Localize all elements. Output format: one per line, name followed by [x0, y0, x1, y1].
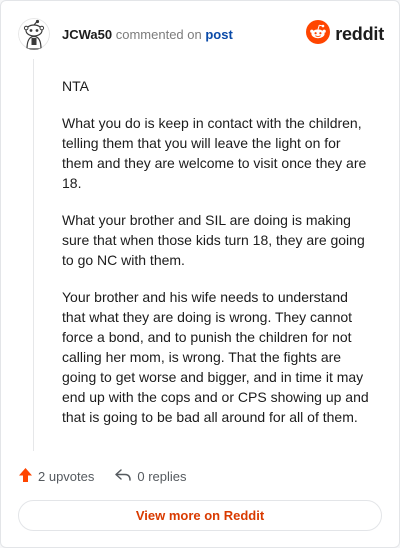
- reddit-logo-icon: [306, 19, 331, 49]
- comment-paragraph: What you do is keep in contact with the …: [62, 115, 367, 191]
- reddit-wordmark: reddit: [335, 23, 384, 44]
- snoo-avatar-icon[interactable]: [18, 18, 50, 50]
- upvote-button[interactable]: 2 upvotes: [18, 467, 94, 486]
- reply-button[interactable]: 0 replies: [114, 468, 187, 485]
- comment-paragraph: What your brother and SIL are doing is m…: [62, 212, 365, 268]
- username-link[interactable]: JCWa50: [62, 27, 112, 42]
- commented-on-text: commented on: [115, 27, 202, 42]
- comment-body: NTA What you do is keep in contact with …: [62, 76, 374, 444]
- upvote-arrow-icon: [18, 467, 33, 486]
- reply-count: 0 replies: [137, 468, 187, 484]
- comment-actions: 2 upvotes 0 replies: [18, 467, 187, 485]
- view-more-button[interactable]: View more on Reddit: [18, 500, 382, 531]
- reply-arrow-icon: [114, 468, 132, 485]
- thread-line: [33, 59, 34, 451]
- reddit-brand[interactable]: reddit: [306, 19, 384, 49]
- post-link[interactable]: post: [205, 27, 232, 42]
- comment-paragraph: Your brother and his wife needs to under…: [62, 289, 369, 425]
- comment-embed-card: JCWa50 commented on post reddit NTA What…: [0, 0, 400, 548]
- comment-paragraph: NTA: [62, 78, 89, 94]
- comment-meta: JCWa50 commented on post: [62, 27, 233, 43]
- comment-header: JCWa50 commented on post reddit: [18, 18, 384, 50]
- upvote-count: 2 upvotes: [38, 468, 95, 484]
